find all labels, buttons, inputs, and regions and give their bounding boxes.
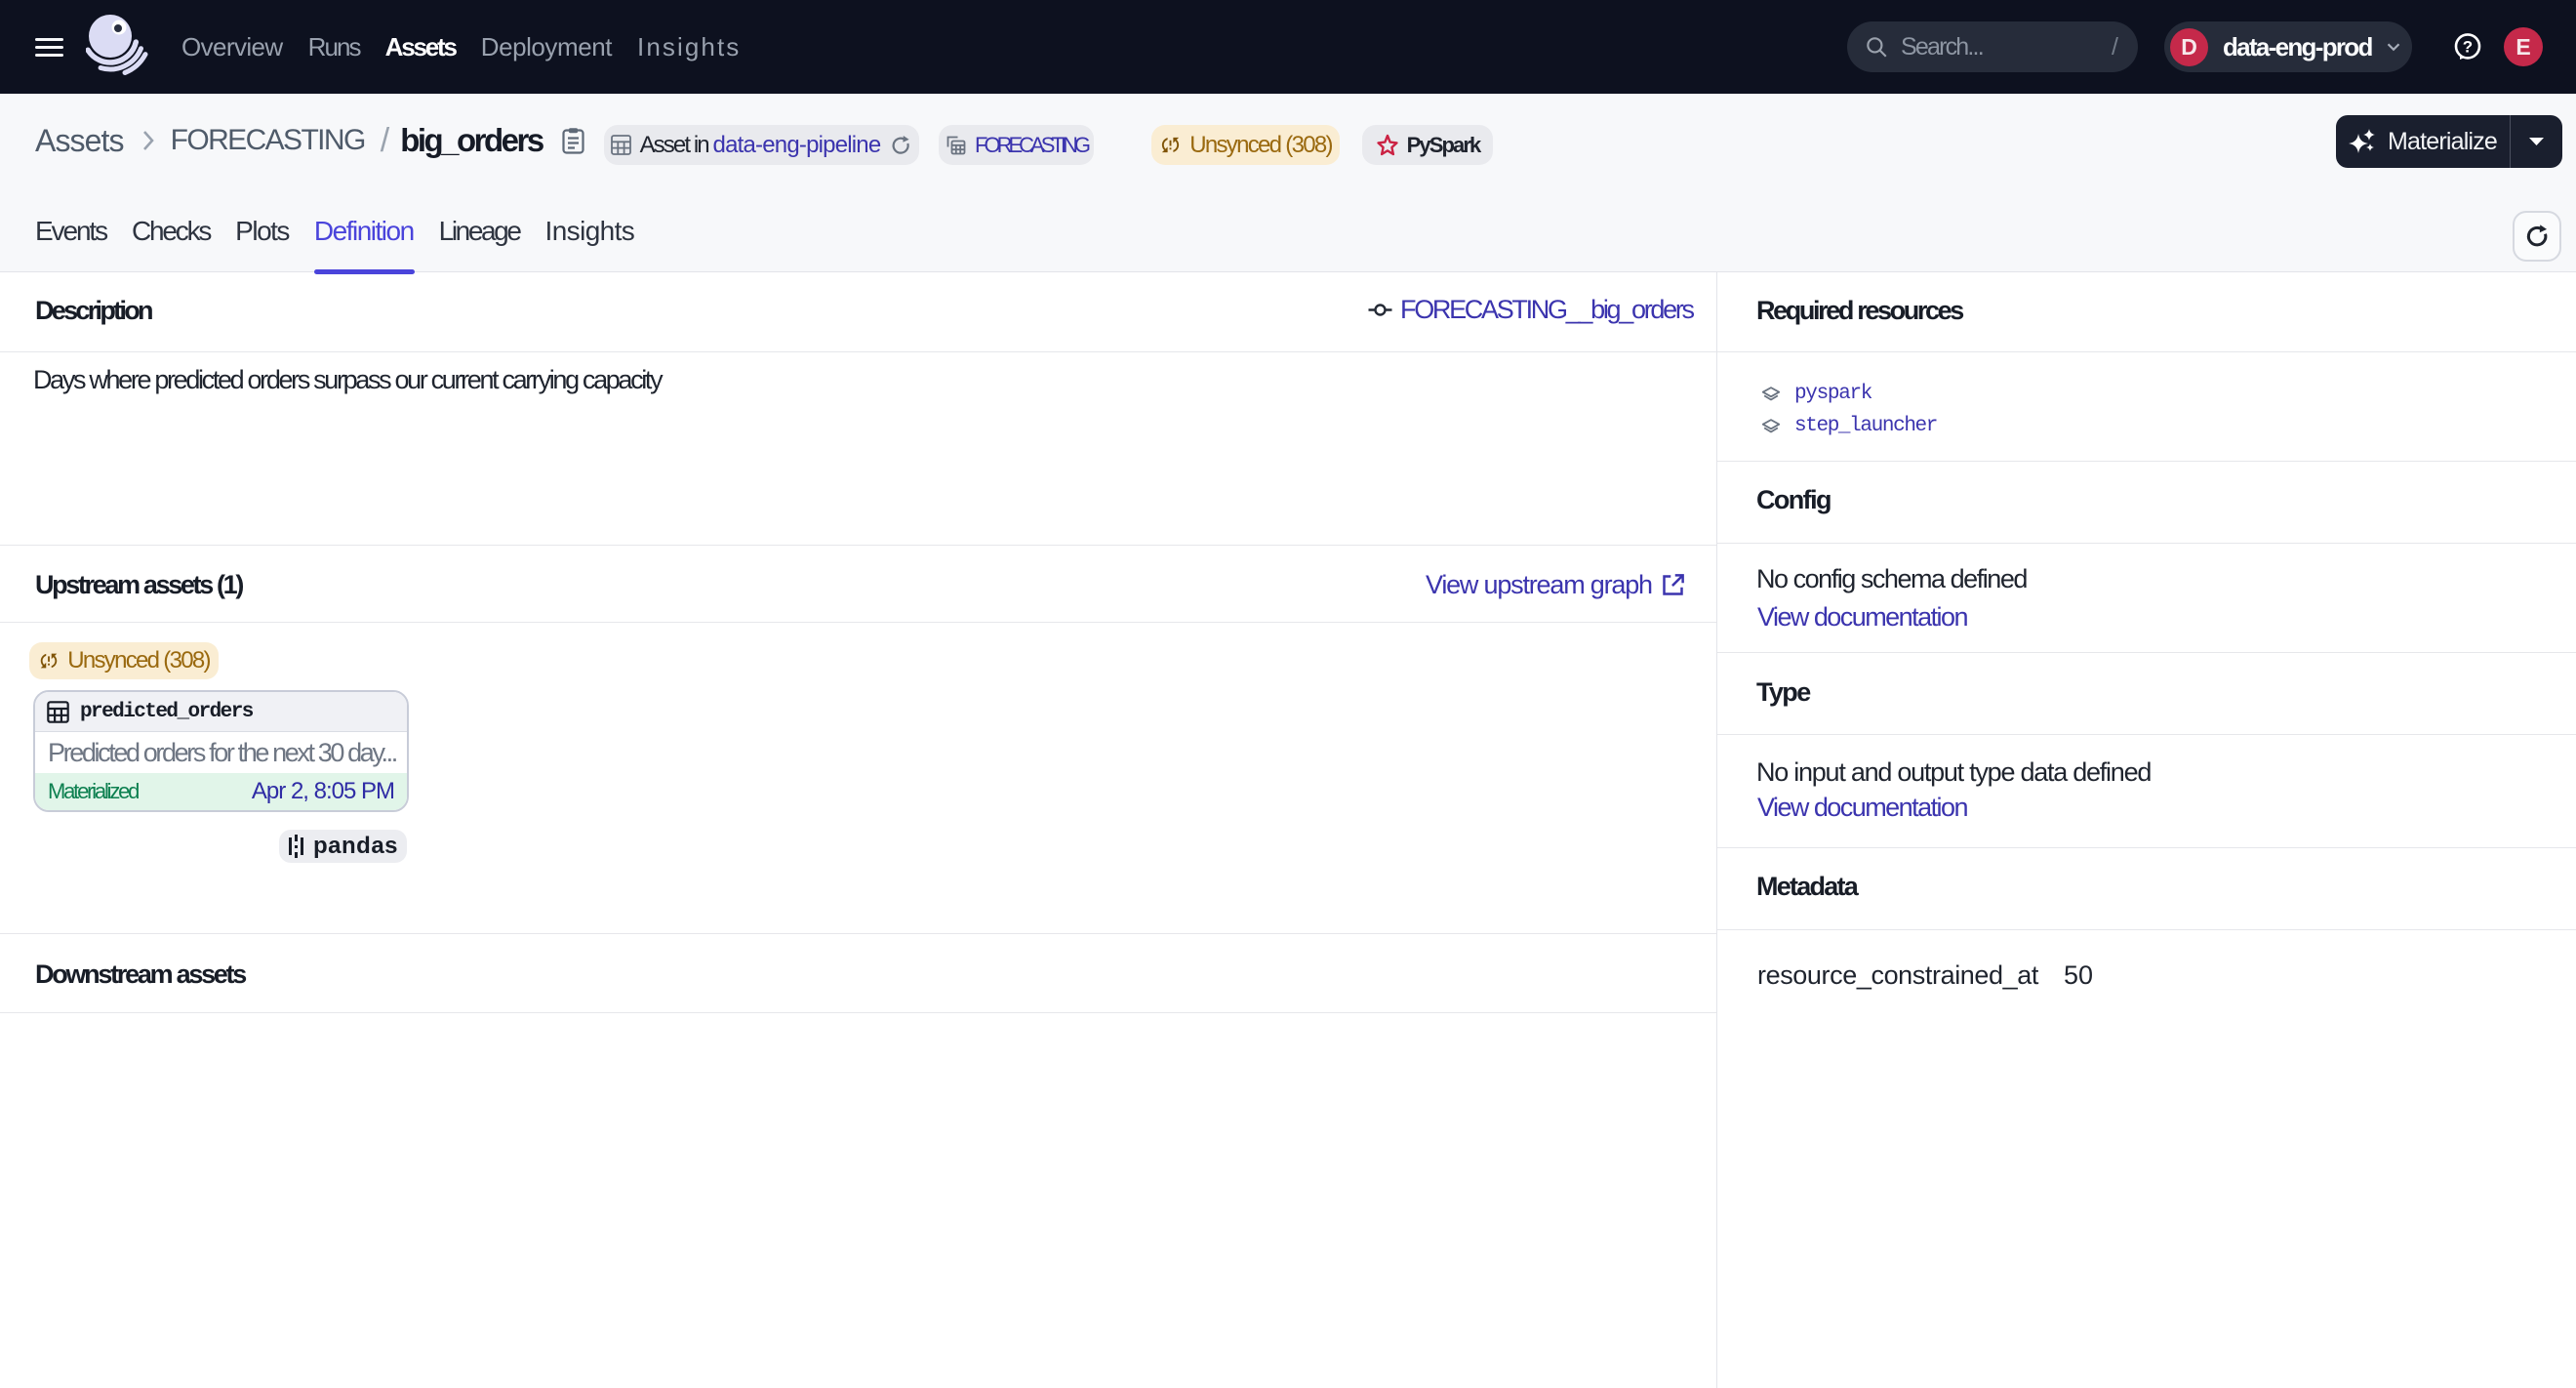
svg-text:?: ?: [2463, 38, 2473, 57]
